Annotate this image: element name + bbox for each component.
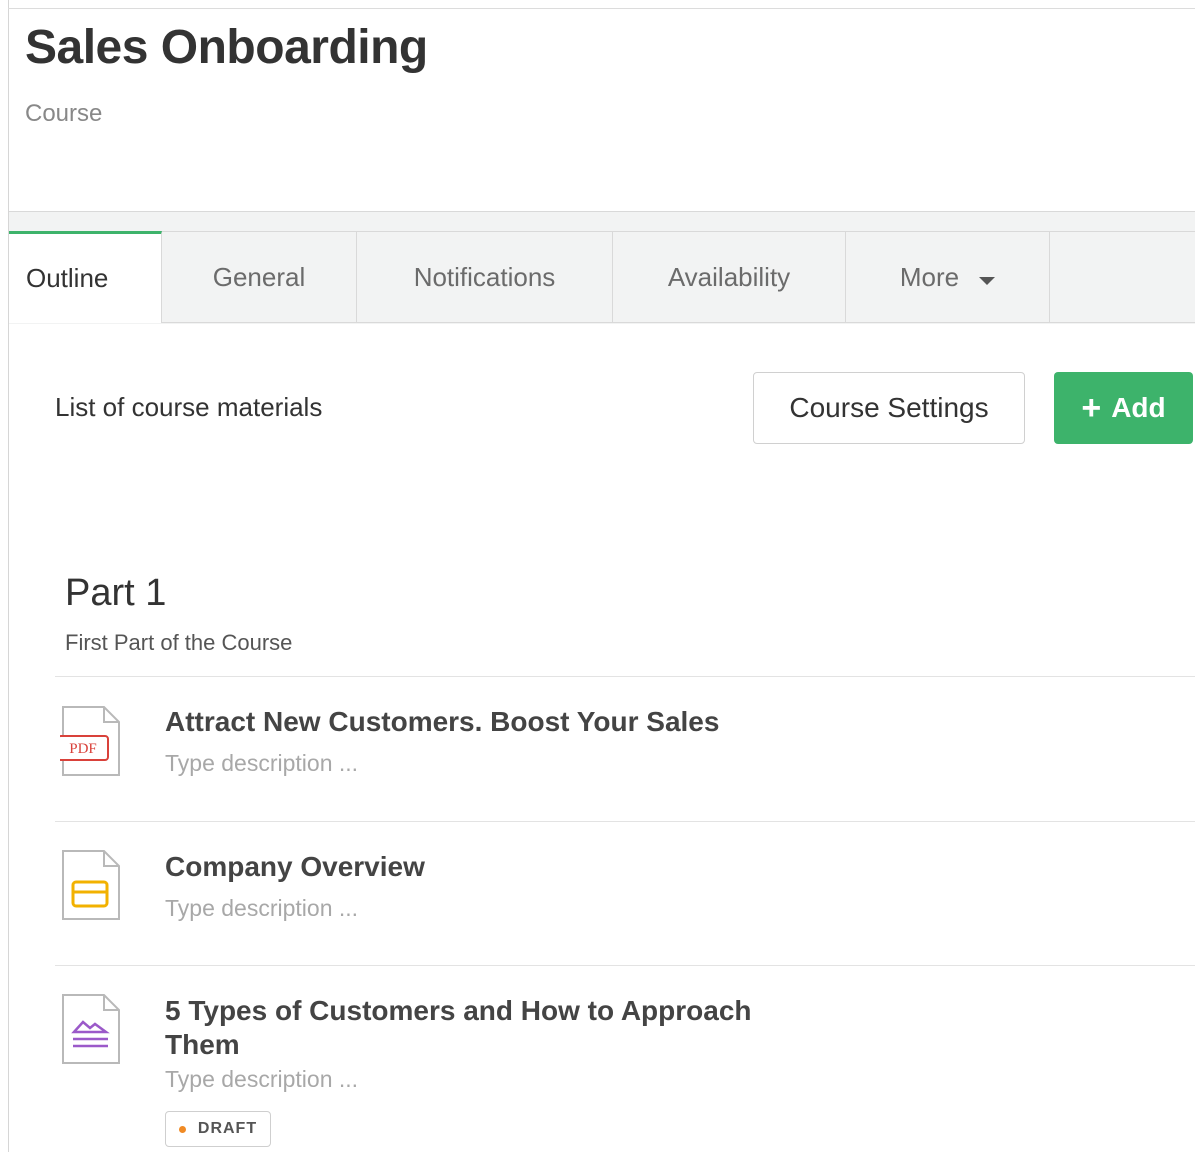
tab-label: Outline xyxy=(26,263,109,293)
plus-icon: + xyxy=(1081,389,1102,427)
item-description[interactable]: Type description ... xyxy=(165,750,358,777)
page-subtitle: Course xyxy=(25,100,103,127)
tab-spacer xyxy=(1050,231,1195,323)
section-description: First Part of the Course xyxy=(65,630,293,655)
tab-notifications[interactable]: Notifications xyxy=(357,231,613,323)
course-settings-button[interactable]: Course Settings xyxy=(753,372,1025,444)
page-title: Sales Onboarding xyxy=(25,21,428,74)
frame-border-left xyxy=(8,0,9,1152)
tab-availability[interactable]: Availability xyxy=(613,231,846,323)
add-button[interactable]: + Add xyxy=(1054,372,1193,444)
item-description[interactable]: Type description ... xyxy=(165,895,358,922)
item-title[interactable]: Attract New Customers. Boost Your Sales xyxy=(165,705,719,739)
frame-border-top xyxy=(8,8,1195,9)
item-title[interactable]: Company Overview xyxy=(165,850,425,884)
tab-label: Availability xyxy=(667,261,791,292)
tab-label: More xyxy=(899,261,960,292)
pdf-file-icon: PDF xyxy=(60,706,120,776)
caret-down-icon xyxy=(979,277,996,285)
add-label: Add xyxy=(1111,392,1166,423)
svg-text:PDF: PDF xyxy=(69,741,97,757)
tab-outline[interactable]: Outline xyxy=(9,231,162,323)
tab-more[interactable]: More xyxy=(846,231,1050,323)
section-title: Part 1 xyxy=(65,572,167,614)
status-dot-icon xyxy=(178,1125,186,1133)
divider xyxy=(55,676,1195,677)
tab-general[interactable]: General xyxy=(162,231,357,323)
item-title[interactable]: 5 Types of Customers and How to Approach… xyxy=(165,994,765,1062)
divider xyxy=(55,821,1195,822)
status-label: DRAFT xyxy=(197,1120,258,1137)
course-settings-label: Course Settings xyxy=(789,392,989,423)
list-label: List of course materials xyxy=(55,392,323,422)
status-badge: DRAFT xyxy=(165,1111,271,1147)
presentation-file-icon xyxy=(62,850,120,920)
divider xyxy=(55,965,1195,966)
article-file-icon xyxy=(62,994,120,1064)
tab-label: General xyxy=(212,261,306,292)
item-description[interactable]: Type description ... xyxy=(165,1066,358,1093)
tab-bar: Outline General Notifications Availabili… xyxy=(9,231,1195,323)
tab-label: Notifications xyxy=(413,261,556,292)
